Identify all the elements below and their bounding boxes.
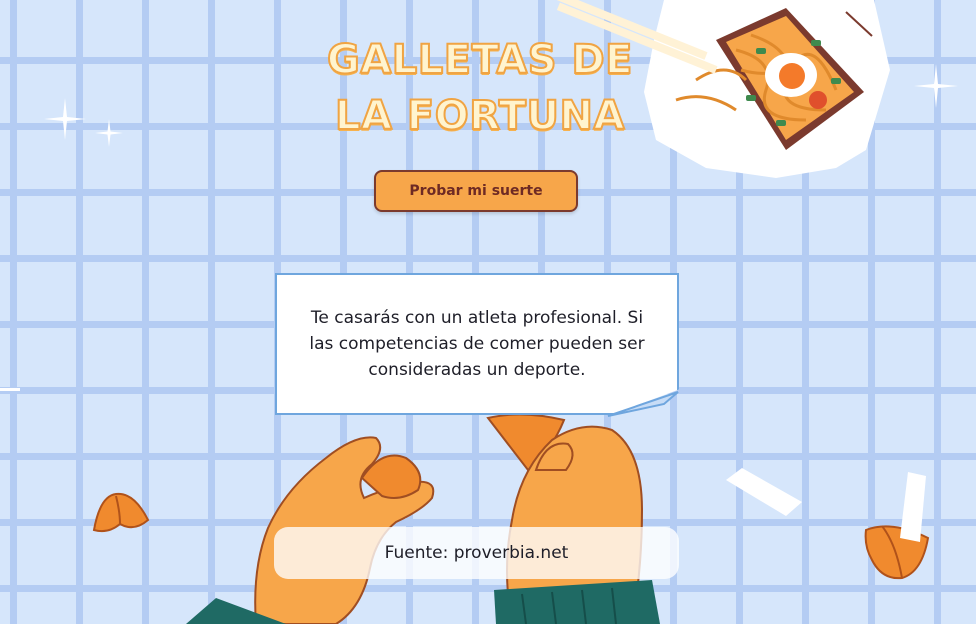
title-line-1: GALLETAS DE bbox=[326, 36, 634, 84]
sparkle-icon bbox=[914, 64, 958, 108]
page-title: GALLETAS DE LA FORTUNA bbox=[300, 32, 660, 144]
paper-slip-icon bbox=[900, 472, 926, 542]
sparkle-icon bbox=[95, 119, 123, 147]
sparkle-icon bbox=[44, 98, 86, 140]
paper-slip-icon bbox=[726, 468, 802, 516]
hand-illustration bbox=[486, 413, 660, 624]
title-line-2: LA FORTUNA bbox=[334, 92, 625, 140]
hand-illustration bbox=[186, 436, 435, 624]
sparkle-icon bbox=[0, 388, 20, 391]
card-fold-icon bbox=[607, 391, 679, 417]
source-caption: Fuente: proverbia.net bbox=[274, 527, 679, 579]
fortune-message: Te casarás con un atleta profesional. Si… bbox=[309, 308, 645, 380]
fortune-cookie-icon bbox=[92, 492, 150, 533]
noodle-box-illustration bbox=[546, 0, 890, 178]
try-luck-button[interactable]: Probar mi suerte bbox=[374, 170, 578, 212]
